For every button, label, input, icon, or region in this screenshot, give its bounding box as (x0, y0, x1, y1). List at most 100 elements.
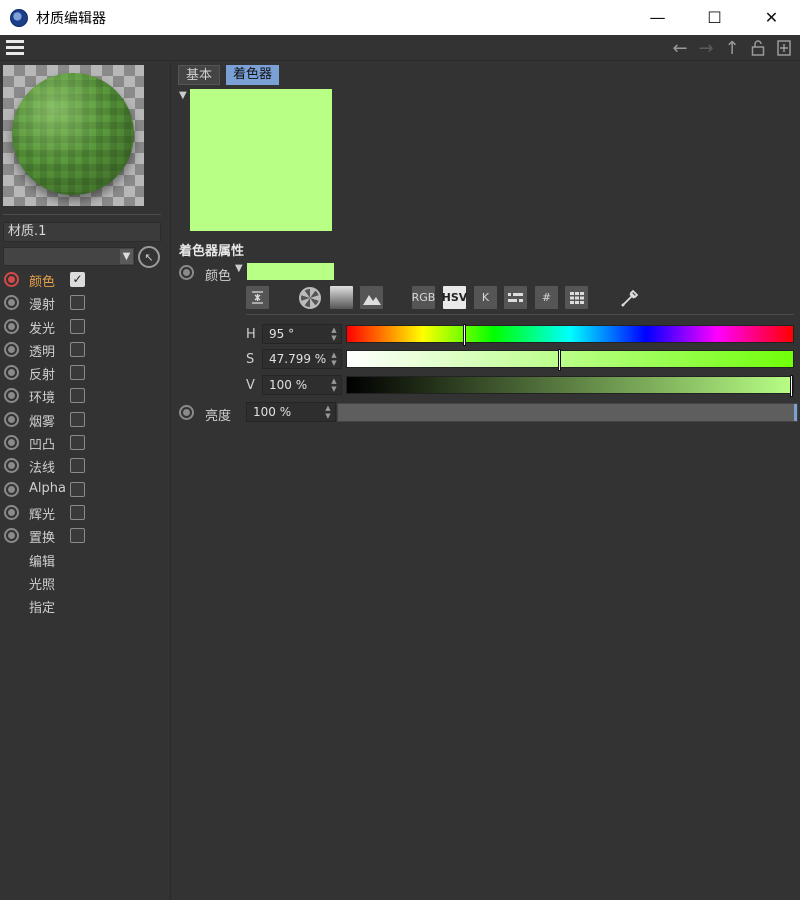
channel-label: 反射 (29, 368, 56, 384)
channel-radio[interactable] (4, 295, 19, 311)
channel-alpha[interactable]: Alpha (0, 478, 171, 501)
brightness-input[interactable]: 100 % ▲ ▼ (246, 402, 336, 422)
color-wheel-icon[interactable] (298, 286, 321, 309)
arrow-up-icon[interactable]: ↑ (722, 37, 742, 59)
collapse-chevron-icon[interactable]: ▼ (179, 90, 187, 101)
color-mode-toolbar: RGB HSV K # (246, 286, 646, 310)
eyedropper-icon[interactable] (618, 286, 641, 309)
hue-input[interactable]: 95 ° ▲ ▼ (262, 324, 342, 344)
channel-radio[interactable] (4, 481, 19, 497)
channel-radio[interactable] (4, 318, 19, 334)
channel-checkbox[interactable] (70, 411, 85, 427)
brightness-slider-handle[interactable] (794, 404, 797, 421)
channel-radio[interactable] (4, 435, 19, 451)
swatches-icon[interactable] (565, 286, 588, 309)
channel-environment[interactable]: 环境 (0, 384, 171, 407)
chevron-down-icon[interactable]: ▼ (120, 249, 133, 264)
extra-item-assign[interactable]: 指定 (0, 594, 171, 617)
material-dropdown[interactable]: ▼ (3, 247, 135, 266)
channel-checkbox[interactable] (70, 388, 85, 404)
channel-checkbox[interactable] (70, 341, 85, 357)
channel-checkbox[interactable] (70, 481, 85, 497)
extra-item-illumination[interactable]: 光照 (0, 571, 171, 594)
spectrum-icon[interactable] (330, 286, 353, 309)
minimize-button[interactable]: — (629, 0, 686, 35)
extra-item-edit[interactable]: 编辑 (0, 548, 171, 571)
spinner-icon[interactable]: ▲ ▼ (323, 404, 333, 420)
hue-label: H (246, 327, 256, 342)
tab-basic[interactable]: 基本 (178, 65, 221, 85)
channel-radio[interactable] (4, 365, 19, 381)
image-picker-icon[interactable] (360, 286, 383, 309)
channel-normal[interactable]: 法线 (0, 454, 171, 477)
channel-radio[interactable] (4, 388, 19, 404)
channel-reflectance[interactable]: 反射 (0, 361, 171, 384)
color-swatch[interactable] (247, 263, 334, 280)
channel-radio[interactable] (4, 341, 19, 357)
mixer-icon[interactable] (504, 286, 527, 309)
channel-color[interactable]: 颜色 ✓ (0, 268, 171, 291)
channel-list: 颜色 ✓ 漫射 发光 透明 反射 环境 烟雾 凹凸 法线 Alpha 辉光 置换… (0, 268, 171, 617)
kelvin-mode-button[interactable]: K (474, 286, 497, 309)
saturation-slider[interactable] (346, 349, 794, 371)
channel-label: 透明 (29, 344, 56, 360)
brightness-value: 100 % (253, 405, 292, 419)
channel-checkbox[interactable] (70, 435, 85, 451)
channel-panel: 材质.1 ▼ ↖ 颜色 ✓ 漫射 发光 透明 反射 环境 烟雾 凹凸 法线 Al… (0, 62, 171, 900)
channel-bump[interactable]: 凹凸 (0, 431, 171, 454)
arrow-left-icon[interactable]: ← (670, 37, 690, 59)
maximize-button[interactable]: ☐ (686, 0, 743, 35)
param-radio[interactable] (179, 265, 194, 280)
param-radio[interactable] (179, 405, 194, 420)
material-preview[interactable] (3, 65, 144, 206)
channel-radio[interactable] (4, 504, 19, 520)
spinner-icon[interactable]: ▲ ▼ (329, 351, 339, 367)
channel-radio[interactable] (4, 528, 19, 544)
channel-checkbox[interactable] (70, 365, 85, 381)
saturation-input[interactable]: 47.799 % ▲ ▼ (262, 349, 342, 369)
spinner-icon[interactable]: ▲ ▼ (329, 326, 339, 342)
channel-checkbox[interactable]: ✓ (70, 272, 85, 287)
pick-cursor-icon[interactable]: ↖ (138, 246, 160, 268)
channel-checkbox[interactable] (70, 528, 85, 544)
extra-label: 编辑 (29, 554, 56, 570)
channel-luminance[interactable]: 发光 (0, 315, 171, 338)
channel-diffuse[interactable]: 漫射 (0, 291, 171, 314)
hsv-mode-button[interactable]: HSV (442, 286, 467, 309)
lock-icon[interactable] (748, 37, 768, 59)
arrow-right-icon[interactable]: → (696, 37, 716, 59)
channel-radio[interactable] (4, 272, 19, 287)
channel-checkbox[interactable] (70, 318, 85, 334)
close-button[interactable]: ✕ (743, 0, 800, 35)
tab-shader[interactable]: 着色器 (226, 65, 280, 85)
spinner-icon[interactable]: ▲ ▼ (329, 377, 339, 393)
material-name-field[interactable]: 材质.1 (3, 222, 161, 242)
channel-radio[interactable] (4, 458, 19, 474)
saturation-slider-handle[interactable] (558, 349, 561, 371)
channel-displacement[interactable]: 置换 (0, 524, 171, 547)
hue-slider[interactable] (346, 324, 794, 346)
brightness-row: 亮度 100 % ▲ ▼ (179, 402, 799, 424)
channel-label: 置换 (29, 531, 56, 547)
brightness-slider[interactable] (337, 403, 798, 422)
channel-fog[interactable]: 烟雾 (0, 408, 171, 431)
value-label: V (246, 378, 255, 393)
channel-transparency[interactable]: 透明 (0, 338, 171, 361)
value-slider-handle[interactable] (790, 375, 793, 397)
chevron-down-icon[interactable]: ▼ (235, 263, 243, 274)
window-titlebar: 材质编辑器 — ☐ ✕ (0, 0, 800, 35)
hex-mode-button[interactable]: # (535, 286, 558, 309)
menu-icon[interactable] (6, 40, 24, 55)
hue-slider-handle[interactable] (463, 324, 466, 346)
channel-checkbox[interactable] (70, 504, 85, 520)
channel-checkbox[interactable] (70, 458, 85, 474)
channel-checkbox[interactable] (70, 295, 85, 311)
collapse-toggle-icon[interactable] (246, 286, 269, 309)
channel-radio[interactable] (4, 411, 19, 427)
new-panel-icon[interactable] (774, 37, 794, 59)
channel-glow[interactable]: 辉光 (0, 501, 171, 524)
value-slider[interactable] (346, 375, 794, 397)
rgb-mode-button[interactable]: RGB (412, 286, 435, 309)
color-preview-swatch[interactable] (190, 89, 332, 231)
value-input[interactable]: 100 % ▲ ▼ (262, 375, 342, 395)
